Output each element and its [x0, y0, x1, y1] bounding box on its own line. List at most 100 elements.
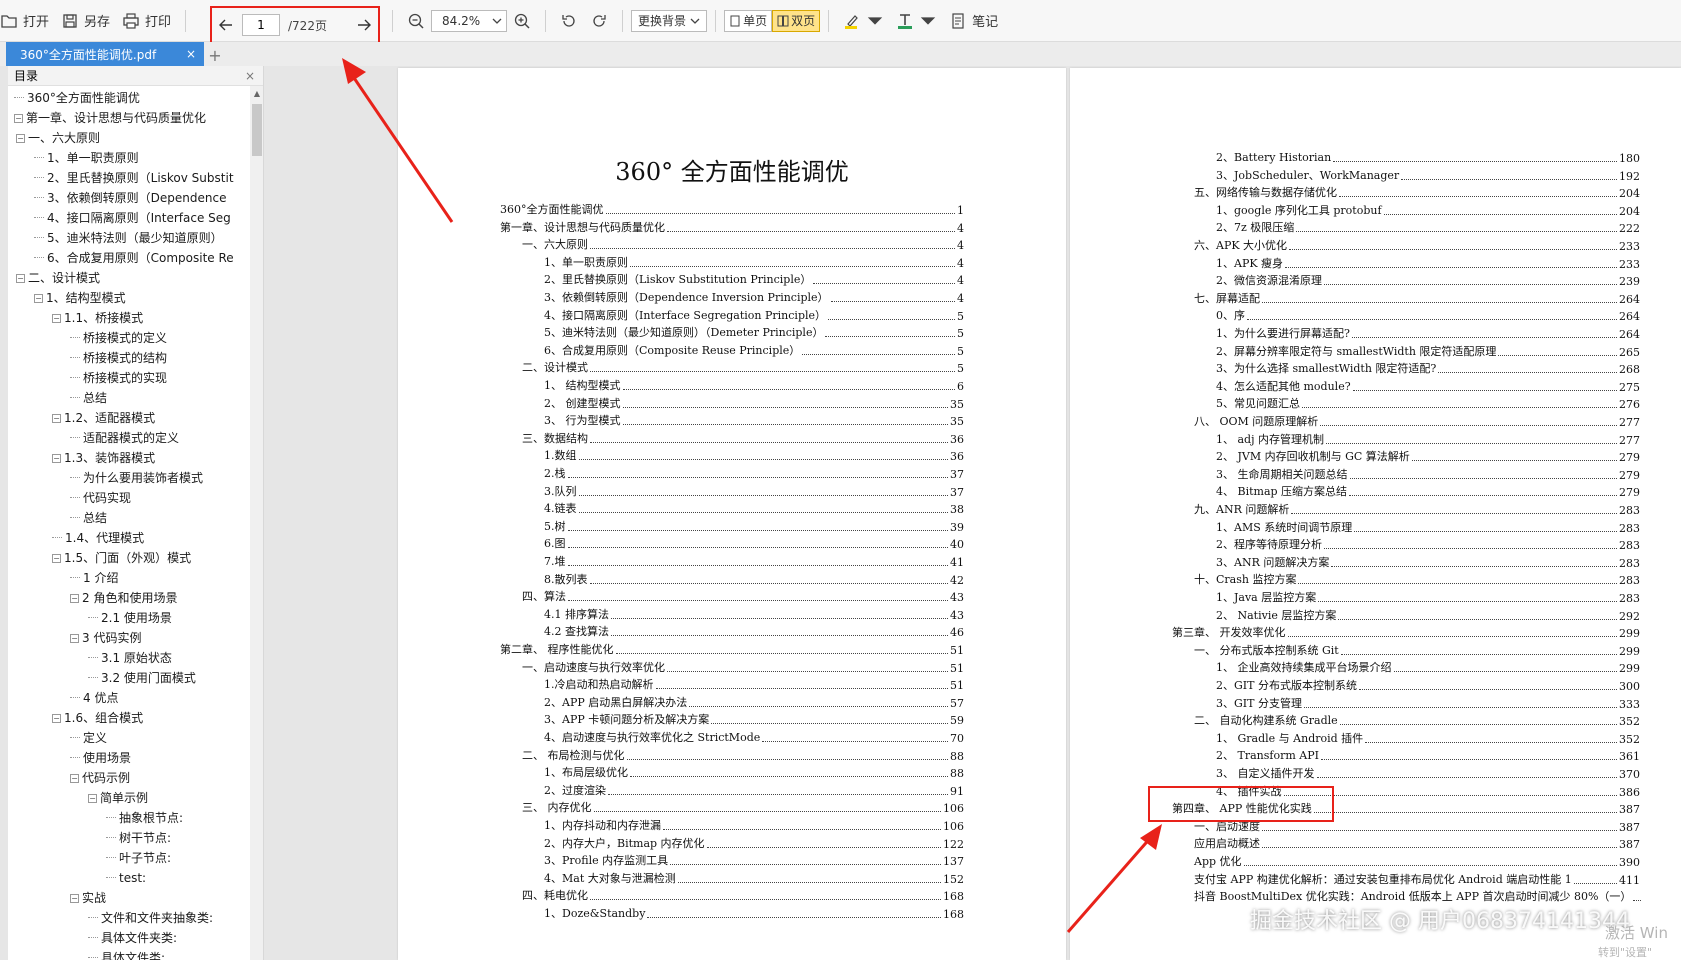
toc-entry[interactable]: 4、怎么适配其他 module? 275	[1216, 377, 1640, 394]
toc-entry[interactable]: 一、六大原则 4	[522, 235, 964, 252]
collapse-toggle-icon[interactable]: −	[88, 794, 97, 803]
toc-entry[interactable]: 7.堆 41	[544, 552, 964, 569]
arrow-right-icon[interactable]	[356, 17, 372, 33]
toc-entry[interactable]: 五、网络传输与数据存储优化 204	[1194, 183, 1640, 200]
outline-item[interactable]: 树干节点:	[106, 828, 171, 848]
zoom-select[interactable]: 84.2%	[431, 9, 508, 32]
toc-entry[interactable]: 1、为什么要进行屏幕适配? 264	[1216, 324, 1640, 341]
outline-item[interactable]: 总结	[70, 388, 107, 408]
outline-item[interactable]: test:	[106, 868, 146, 888]
collapse-toggle-icon[interactable]: −	[52, 314, 61, 323]
toc-entry[interactable]: 4、Mat 大对象与泄漏检测 152	[544, 869, 964, 886]
outline-item[interactable]: 抽象根节点:	[106, 808, 183, 828]
toc-entry[interactable]: 1、 结构型模式 6	[544, 376, 964, 393]
close-icon[interactable]: ×	[186, 47, 196, 61]
zoom-in-button[interactable]	[507, 6, 537, 36]
outline-item[interactable]: 桥接模式的结构	[70, 348, 167, 368]
single-page-button[interactable]: 单页	[724, 9, 773, 32]
scrollbar-thumb[interactable]	[252, 104, 262, 156]
rotate-right-button[interactable]	[584, 6, 614, 36]
collapse-toggle-icon[interactable]: −	[52, 454, 61, 463]
toc-entry[interactable]: 1、布局层级优化 88	[544, 763, 964, 780]
toc-entry[interactable]: 十、Crash 监控方案 283	[1194, 570, 1640, 587]
toc-entry[interactable]: 四、耗电优化 168	[522, 886, 964, 903]
outline-item[interactable]: −2 角色和使用场景	[70, 588, 177, 608]
outline-item[interactable]: −1.6、组合模式	[52, 708, 143, 728]
outline-item[interactable]: 1、单一职责原则	[34, 148, 139, 168]
save-as-button[interactable]: 另存	[55, 6, 116, 36]
toc-entry[interactable]: 1.冷启动和热启动解析 51	[544, 675, 964, 692]
outline-item[interactable]: −1、结构型模式	[34, 288, 126, 308]
toc-entry[interactable]: 第一章、设计思想与代码质量优化 4	[500, 218, 964, 235]
toc-entry[interactable]: 2、 创建型模式 35	[544, 394, 964, 411]
page-number-input[interactable]	[242, 14, 280, 36]
close-icon[interactable]: ×	[245, 69, 255, 83]
toc-entry[interactable]: 二、设计模式 5	[522, 358, 964, 375]
toc-entry[interactable]: 二、 自动化构建系统 Gradle 352	[1194, 711, 1640, 728]
outline-item[interactable]: − 简单示例	[88, 788, 148, 808]
outline-item[interactable]: 桥接模式的定义	[70, 328, 167, 348]
toc-entry[interactable]: 1.数组 36	[544, 446, 964, 463]
toc-entry[interactable]: 3、JobScheduler、WorkManager 192	[1216, 166, 1640, 183]
collapse-toggle-icon[interactable]: −	[52, 714, 61, 723]
outline-item[interactable]: −1.2、适配器模式	[52, 408, 155, 428]
outline-item[interactable]: 使用场景	[70, 748, 131, 768]
outline-item[interactable]: − 代码示例	[70, 768, 130, 788]
toc-entry[interactable]: 一、 分布式版本控制系统 Git 299	[1194, 641, 1640, 658]
sidebar-scrollbar[interactable]: ▲	[250, 86, 263, 960]
toc-entry[interactable]: 4.1 排序算法 43	[544, 605, 964, 622]
toc-entry[interactable]: 1、内存抖动和内存泄漏 106	[544, 816, 964, 833]
toc-entry[interactable]: 360°全方面性能调优 1	[500, 200, 964, 217]
collapse-toggle-icon[interactable]: −	[16, 274, 25, 283]
text-color-button[interactable]	[890, 6, 943, 36]
toc-entry[interactable]: 3、 自定义插件开发 370	[1216, 764, 1640, 781]
outline-item[interactable]: 叶子节点:	[106, 848, 171, 868]
outline-item[interactable]: 为什么要用装饰者模式	[70, 468, 203, 488]
toc-entry[interactable]: 第二章、 程序性能优化 51	[500, 640, 964, 657]
toc-entry[interactable]: 2.栈 37	[544, 464, 964, 481]
outline-item[interactable]: −1.5、门面（外观）模式	[52, 548, 191, 568]
outline-item[interactable]: − 二、设计模式	[16, 268, 100, 288]
double-page-button[interactable]: 双页	[772, 9, 821, 32]
outline-item[interactable]: 具体文件夹类:	[88, 928, 177, 948]
toc-entry[interactable]: 4、启动速度与执行效率优化之 StrictMode 70	[544, 728, 964, 745]
toc-entry[interactable]: 三、数据结构 36	[522, 429, 964, 446]
outline-item[interactable]: −1.3、装饰器模式	[52, 448, 155, 468]
toc-entry[interactable]: 九、ANR 问题解析 283	[1194, 500, 1640, 517]
toc-entry[interactable]: 2、 Nativie 层监控方案 292	[1216, 606, 1640, 623]
open-button[interactable]: 打开	[0, 6, 55, 36]
outline-item[interactable]: 适配器模式的定义	[70, 428, 179, 448]
toc-entry[interactable]: 七、屏幕适配 264	[1194, 289, 1640, 306]
outline-item[interactable]: 3.2 使用门面模式	[88, 668, 196, 688]
change-background-select[interactable]: 更换背景	[631, 9, 708, 32]
toc-entry[interactable]: 应用启动概述 387	[1194, 834, 1640, 851]
collapse-toggle-icon[interactable]: −	[52, 414, 61, 423]
toc-entry[interactable]: 1、APK 瘦身 233	[1216, 254, 1640, 271]
toc-entry[interactable]: 3、依赖倒转原则（Dependence Inversion Principle）…	[544, 288, 964, 305]
toc-entry[interactable]: 1、 企业高效持续集成平台场景介绍 299	[1216, 658, 1640, 675]
outline-item[interactable]: 代码实现	[70, 488, 131, 508]
toc-entry[interactable]: 2、过度渲染 91	[544, 781, 964, 798]
toc-entry[interactable]: 2、程序等待原理分析 283	[1216, 535, 1640, 552]
toc-entry[interactable]: 2、微信资源混淆原理 239	[1216, 271, 1640, 288]
toc-entry[interactable]: 3、 生命周期相关问题总结 279	[1216, 465, 1640, 482]
toc-entry[interactable]: 6.图 40	[544, 534, 964, 551]
add-tab-button[interactable]: +	[204, 44, 226, 66]
collapse-toggle-icon[interactable]: −	[34, 294, 43, 303]
toc-entry[interactable]: 5、迪米特法则（最少知道原则）（Demeter Principle） 5	[544, 323, 964, 340]
outline-item[interactable]: 具体文件类:	[88, 948, 165, 960]
toc-entry[interactable]: 4、接口隔离原则（Interface Segregation Principle…	[544, 306, 964, 323]
collapse-toggle-icon[interactable]: −	[14, 114, 23, 123]
outline-item[interactable]: − 实战	[70, 888, 106, 908]
toc-entry[interactable]: 第三章、 开发效率优化 299	[1172, 623, 1640, 640]
rotate-left-button[interactable]	[554, 6, 584, 36]
toc-entry[interactable]: 2、Battery Historian 180	[1216, 148, 1640, 165]
toc-entry[interactable]: 三、 内存优化 106	[522, 798, 964, 815]
toc-entry[interactable]: 1、google 序列化工具 protobuf 204	[1216, 201, 1640, 218]
toc-entry[interactable]: 3、Profile 内存监测工具 137	[544, 851, 964, 868]
collapse-toggle-icon[interactable]: −	[70, 634, 79, 643]
toc-entry[interactable]: 3、为什么选择 smallestWidth 限定符适配? 268	[1216, 359, 1640, 376]
toc-entry[interactable]: 3.队列 37	[544, 482, 964, 499]
arrow-left-icon[interactable]	[218, 17, 234, 33]
toc-entry[interactable]: 5、常见问题汇总 276	[1216, 394, 1640, 411]
